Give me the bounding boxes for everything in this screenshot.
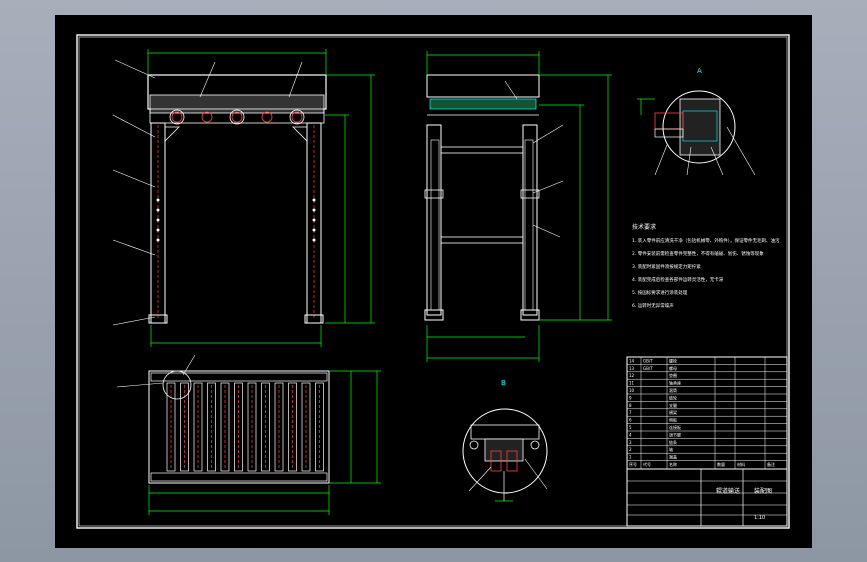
bom-cell: 14 <box>629 358 635 363</box>
bom-cell: 4 <box>629 432 632 437</box>
bom-cell: 连接板 <box>669 424 681 430</box>
bom-header-cell: 代号 <box>643 461 651 467</box>
detail-view-b <box>462 408 548 502</box>
front-view <box>112 49 375 347</box>
tech-req-3: 3. 装配时紧固件须按规定力矩拧紧 <box>632 263 701 270</box>
bom-cell: 调节脚 <box>669 431 681 437</box>
detail-b-label: B <box>501 379 506 387</box>
bom-cell: GB/T <box>643 358 653 363</box>
cad-viewport: 技术要求 1. 装入零件前应清洗干净（包括机械零、外购件），保证零件无毛刺、油污… <box>0 0 867 562</box>
bom-header-cell: 材料 <box>737 461 745 467</box>
bom-cell: GB/T <box>643 366 653 371</box>
bom-header-cell: 备注 <box>767 461 775 467</box>
tech-req-1: 1. 装入零件前应清洗干净（包括机械零、外购件），保证零件无毛刺、油污 <box>632 237 780 244</box>
bom-header-cell: 名称 <box>669 461 677 467</box>
tech-req-4: 4. 装配完成后检查各部件运转灵活性，无卡滞 <box>632 276 724 283</box>
bom-cell: 侧板 <box>669 417 677 423</box>
bom-cell: 10 <box>629 388 635 393</box>
bom-cell: 5 <box>629 425 632 430</box>
bom-cell: 9 <box>629 395 632 400</box>
bom-cell: 螺母 <box>669 365 677 371</box>
tech-req-5: 5. 按国标要求进行涂装处理 <box>632 289 688 296</box>
bom-cell: 2 <box>629 447 632 452</box>
bom-header-cell: 数量 <box>717 461 725 467</box>
detail-a-label: A <box>697 67 702 75</box>
bom-cell: 8 <box>629 403 632 408</box>
bom-cell: 12 <box>629 373 635 378</box>
bom-cell: 端盖 <box>669 454 677 460</box>
drawing-canvas: 技术要求 1. 装入零件前应清洗干净（包括机械零、外购件），保证零件无毛刺、油污… <box>76 34 790 529</box>
title-scale: 1:10 <box>754 515 765 521</box>
title-drawing-name: 装配图 <box>754 487 772 495</box>
bom-cell: 链条 <box>669 439 677 445</box>
tech-requirements-title: 技术要求 <box>632 223 656 231</box>
bom-table <box>626 356 788 470</box>
bom-cell: 11 <box>629 381 635 386</box>
drawing-sheet: 技术要求 1. 装入零件前应清洗干净（包括机械零、外购件），保证零件无毛刺、油污… <box>55 15 812 548</box>
side-view <box>424 51 612 362</box>
bom-cell: 链轮 <box>669 394 677 400</box>
tech-req-6: 6. 运转时无异常噪声 <box>632 302 674 309</box>
title-main-name: 辊道输送 <box>716 487 740 495</box>
top-view <box>116 354 381 515</box>
bom-cell: 6 <box>629 418 632 423</box>
bom-cell: 1 <box>629 455 632 460</box>
detail-view-a <box>637 90 756 176</box>
bom-cell: 3 <box>629 440 632 445</box>
bom-cell: 螺栓 <box>669 357 677 363</box>
bom-cell: 13 <box>629 366 635 371</box>
bom-cell: 轴 <box>669 446 673 452</box>
bom-cell: 轴承座 <box>669 380 681 386</box>
tech-req-2: 2. 零件安装前需检查零件完整性，不得有磕碰、划伤、锈蚀等现象 <box>632 250 764 257</box>
bom-cell: 滚筒 <box>669 387 677 393</box>
bom-cell: 7 <box>629 410 632 415</box>
bom-cell: 支腿 <box>669 402 677 408</box>
bom-cell: 垫圈 <box>669 372 677 378</box>
bom-cell: 横梁 <box>669 409 677 415</box>
bom-header-cell: 序号 <box>629 461 637 467</box>
